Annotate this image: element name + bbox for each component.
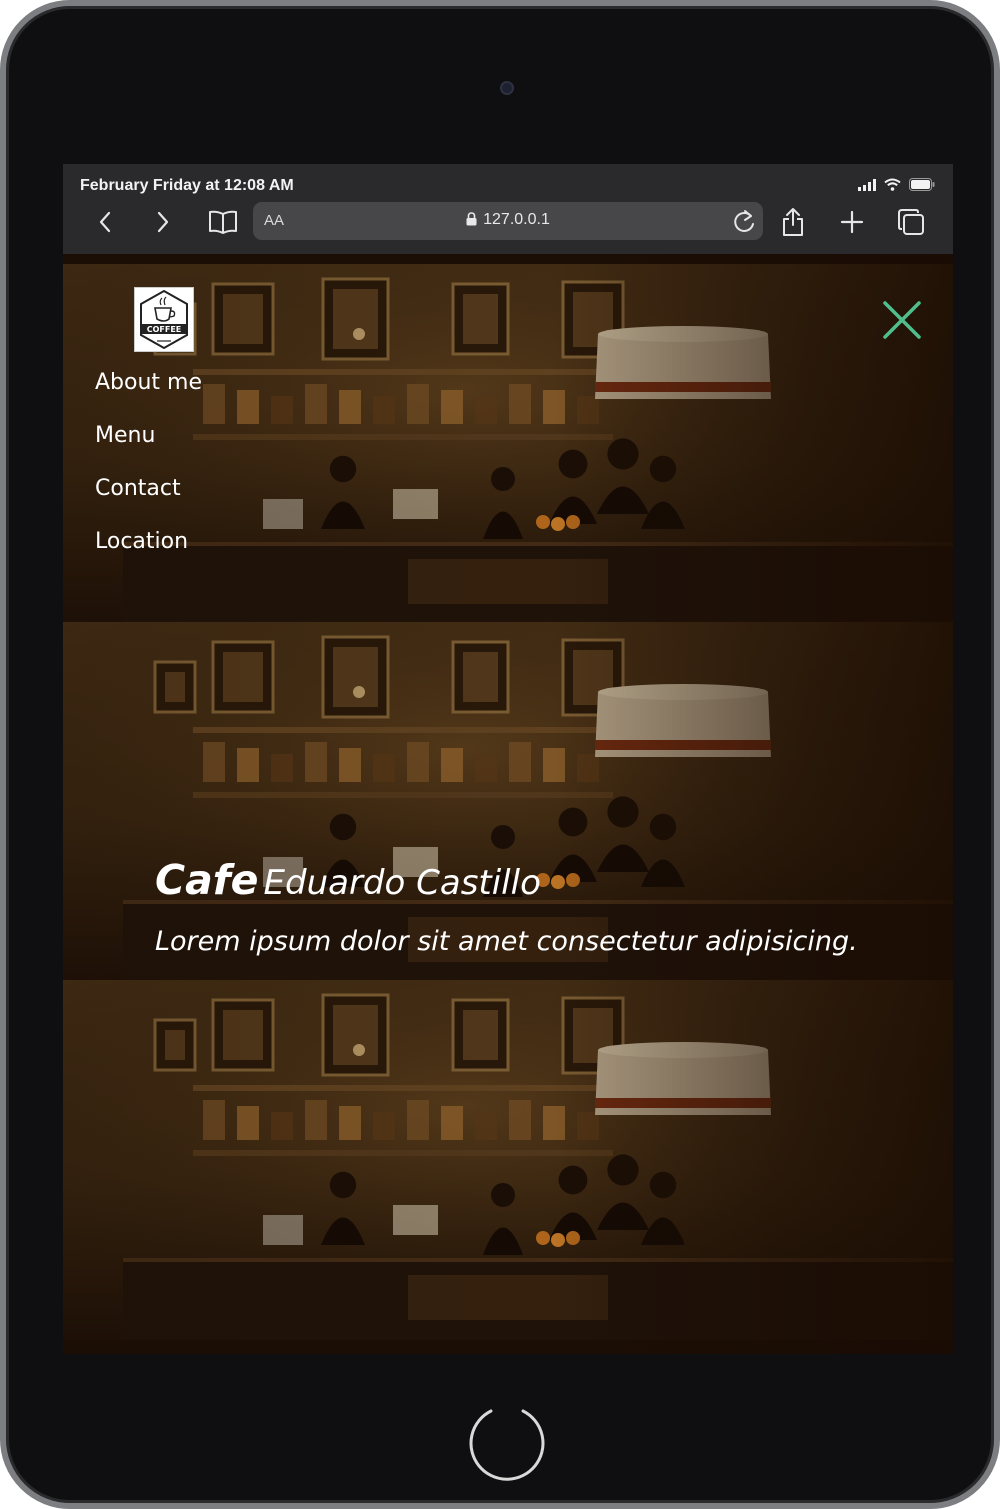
reload-button[interactable] [731,207,757,239]
wifi-icon [884,178,901,191]
tabs-icon [898,209,924,235]
battery-icon [909,178,935,191]
home-button[interactable] [465,1401,549,1485]
tablet-frame: February Friday at 12:08 AM AA 127.0.0.1… [0,0,1000,1509]
logo-text: COFFEE [147,325,182,334]
nav-item-menu[interactable]: Menu [95,419,202,472]
share-icon [783,208,803,236]
forward-icon [157,211,169,233]
front-camera [500,81,514,95]
status-icons [858,178,935,191]
back-button[interactable] [87,204,123,240]
hero-title-strong: Cafe [155,856,259,904]
close-menu-button[interactable] [881,299,923,341]
bookmarks-icon [209,210,237,234]
share-button[interactable] [775,204,811,240]
forward-button[interactable] [145,204,181,240]
url-display[interactable]: 127.0.0.1 [253,211,763,229]
new-tab-icon [840,210,864,234]
status-time: February Friday at 12:08 AM [80,177,294,194]
nav-item-about-me[interactable]: About me [95,366,202,419]
lock-icon [466,212,477,226]
tabs-button[interactable] [893,204,929,240]
url-text: 127.0.0.1 [483,211,550,228]
nav-item-location[interactable]: Location [95,525,202,578]
reload-icon [734,210,754,232]
hero-subtitle: Lorem ipsum dolor sit amet consectetur a… [155,926,858,957]
new-tab-button[interactable] [834,204,870,240]
page-content: COFFEE About me Menu Contact Location Ca… [63,254,953,1354]
signal-icon [858,178,876,191]
back-icon [99,211,111,233]
coffee-logo[interactable]: COFFEE [134,287,194,352]
address-bar[interactable]: AA 127.0.0.1 [253,202,763,240]
close-icon [883,301,921,339]
screen: February Friday at 12:08 AM AA 127.0.0.1… [63,164,953,1354]
nav-item-contact[interactable]: Contact [95,472,202,525]
hero-title: Cafe Eduardo Castillo [155,856,541,904]
bookmarks-button[interactable] [205,204,241,240]
coffee-cup-icon: COFFEE [140,289,188,350]
browser-chrome: February Friday at 12:08 AM AA 127.0.0.1 [63,164,953,254]
nav-menu: About me Menu Contact Location [95,366,202,578]
hero-title-rest: Eduardo Castillo [263,863,541,903]
